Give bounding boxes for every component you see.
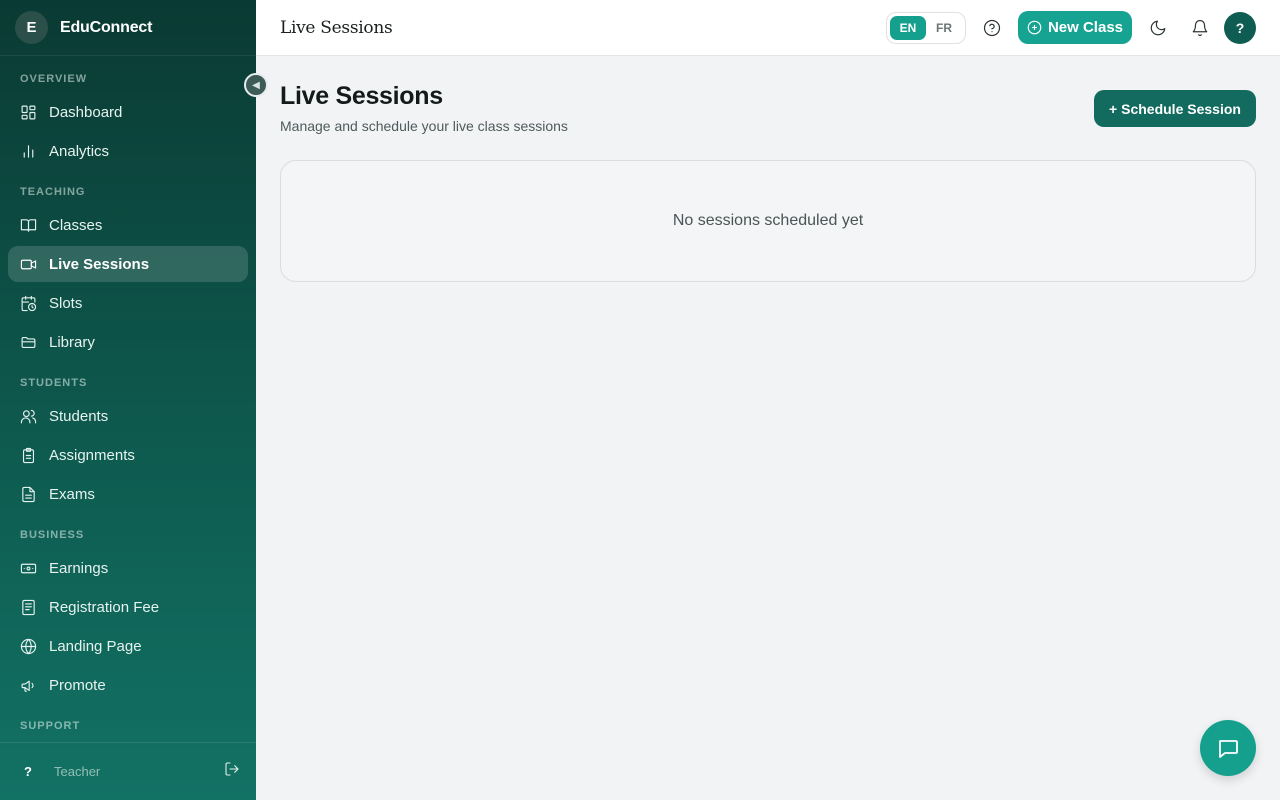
sidebar-item-label: Registration Fee	[49, 598, 160, 616]
help-icon[interactable]	[980, 16, 1004, 40]
section-label-students: STUDENTS	[20, 377, 88, 389]
sessions-empty-state: No sessions scheduled yet	[280, 160, 1256, 282]
folder-icon	[20, 334, 37, 351]
banknote-icon	[20, 560, 37, 577]
user-avatar[interactable]: ?	[1224, 12, 1256, 44]
globe-icon	[20, 638, 37, 655]
page-title: Live Sessions	[280, 82, 443, 110]
page-subtitle: Manage and schedule your live class sess…	[280, 118, 568, 134]
footer-role: Teacher	[54, 764, 101, 779]
sidebar-item-label: Landing Page	[49, 637, 142, 655]
chat-icon	[1219, 740, 1238, 758]
footer-avatar[interactable]: ?	[16, 764, 40, 779]
sidebar-item-label: Exams	[49, 485, 95, 503]
sidebar-item-library[interactable]: Library	[8, 324, 248, 360]
sidebar-item-live-sessions[interactable]: Live Sessions	[8, 246, 248, 282]
analytics-icon	[20, 143, 37, 160]
users-icon	[20, 408, 37, 425]
sidebar-item-label: Classes	[49, 216, 103, 234]
empty-state-text: No sessions scheduled yet	[672, 212, 864, 229]
new-class-button[interactable]: New Class	[1018, 11, 1132, 44]
sidebar-item-label: Live Sessions	[49, 255, 150, 273]
topbar: Live Sessions EN FR New Class ?	[256, 0, 1280, 56]
sidebar-item-earnings[interactable]: Earnings	[8, 550, 248, 586]
sidebar-item-label: Promote	[49, 676, 106, 694]
sidebar-item-dashboard[interactable]: Dashboard	[8, 94, 248, 130]
sidebar-item-landing-page[interactable]: Landing Page	[8, 628, 248, 664]
section-label-business: BUSINESS	[20, 529, 85, 541]
sidebar-item-label: Assignments	[49, 446, 135, 464]
new-class-label: New Class	[1047, 19, 1124, 36]
section-label-teaching: TEACHING	[20, 186, 86, 198]
file-text-icon	[20, 486, 37, 503]
sidebar-item-students[interactable]: Students	[8, 398, 248, 434]
language-switch: EN FR	[886, 12, 966, 44]
sidebar-item-label: Slots	[49, 294, 83, 312]
brand-avatar: E	[15, 11, 48, 44]
brand-name: EduConnect	[60, 18, 153, 36]
sidebar-item-slots[interactable]: Slots	[8, 285, 248, 321]
video-icon	[20, 256, 37, 273]
chat-button[interactable]	[1200, 720, 1256, 776]
sidebar-collapse-button[interactable]: ◀	[244, 73, 268, 97]
logout-icon[interactable]	[224, 761, 240, 782]
receipt-icon	[20, 599, 37, 616]
chevron-left-icon: ◀	[252, 79, 260, 91]
topbar-title: Live Sessions	[280, 17, 393, 38]
sidebar-item-exams[interactable]: Exams	[8, 476, 248, 512]
section-label-overview: OVERVIEW	[20, 73, 88, 85]
sidebar-item-label: Analytics	[49, 142, 110, 160]
moon-icon[interactable]	[1146, 16, 1170, 40]
section-label-support: SUPPORT	[20, 720, 81, 732]
sidebar-item-analytics[interactable]: Analytics	[8, 133, 248, 169]
sidebar-item-label: Library	[49, 333, 95, 351]
language-fr[interactable]: FR	[926, 16, 962, 40]
plus-circle-icon	[1027, 20, 1042, 35]
sidebar-item-label: Dashboard	[49, 103, 123, 121]
sidebar-item-classes[interactable]: Classes	[8, 207, 248, 243]
clipboard-icon	[20, 447, 37, 464]
book-icon	[20, 217, 37, 234]
language-en[interactable]: EN	[890, 16, 926, 40]
bell-icon[interactable]	[1188, 16, 1212, 40]
sidebar-footer: ? Teacher	[0, 742, 256, 800]
dashboard-icon	[20, 104, 37, 121]
schedule-session-button[interactable]: + Schedule Session	[1094, 90, 1256, 127]
sidebar: E EduConnect OVERVIEW Dashboard Analytic…	[0, 0, 256, 800]
brand[interactable]: E EduConnect	[0, 0, 256, 56]
sidebar-item-assignments[interactable]: Assignments	[8, 437, 248, 473]
calendar-clock-icon	[20, 295, 37, 312]
megaphone-icon	[20, 677, 37, 694]
sidebar-item-promote[interactable]: Promote	[8, 667, 248, 703]
sidebar-item-registration-fee[interactable]: Registration Fee	[8, 589, 248, 625]
sidebar-item-label: Students	[49, 407, 109, 425]
sidebar-item-label: Earnings	[49, 559, 109, 577]
